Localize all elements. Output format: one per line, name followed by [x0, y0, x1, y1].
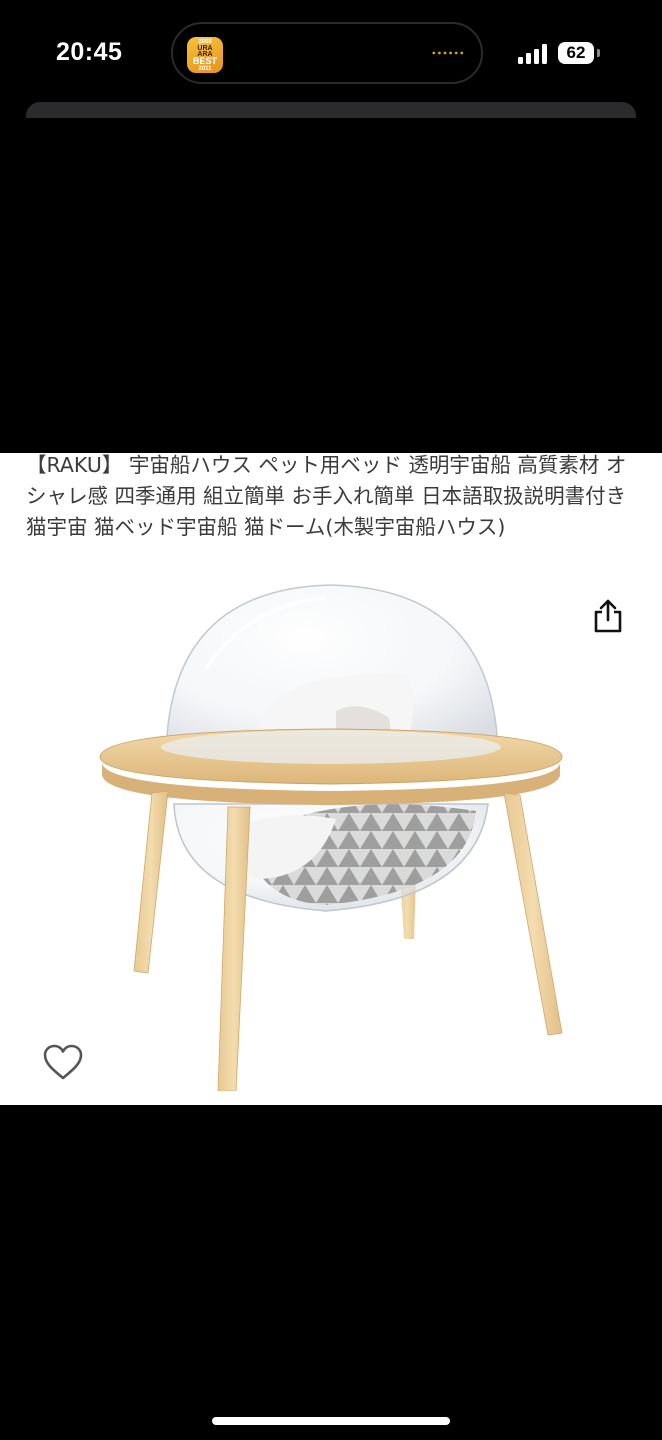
battery-level: 62	[566, 43, 586, 62]
cellular-signal-icon	[518, 44, 548, 64]
product-image[interactable]	[96, 579, 566, 1091]
battery-tip	[597, 49, 600, 57]
product-card: 【RAKU】 宇宙船ハウス ペット用ベッド 透明宇宙船 高質素材 オシャレ感 四…	[0, 453, 662, 1105]
product-title: 【RAKU】 宇宙船ハウス ペット用ベッド 透明宇宙船 高質素材 オシャレ感 四…	[26, 453, 627, 539]
battery-icon: 62	[558, 42, 594, 64]
share-icon[interactable]	[592, 599, 624, 633]
activity-dots-icon	[431, 51, 465, 55]
app-icon-text: BEST	[192, 56, 217, 66]
home-indicator[interactable]	[212, 1417, 450, 1425]
dynamic-island[interactable]: 2008 URA ARA BEST 2011	[171, 22, 483, 84]
app-icon-text: 2011	[198, 66, 212, 72]
status-time: 20:45	[56, 38, 123, 66]
video-area	[0, 118, 662, 453]
app-icon[interactable]: 2008 URA ARA BEST 2011	[187, 37, 223, 73]
heart-icon[interactable]	[42, 1043, 84, 1081]
status-bar: 20:45 2008 URA ARA BEST 2011 62	[0, 0, 662, 100]
